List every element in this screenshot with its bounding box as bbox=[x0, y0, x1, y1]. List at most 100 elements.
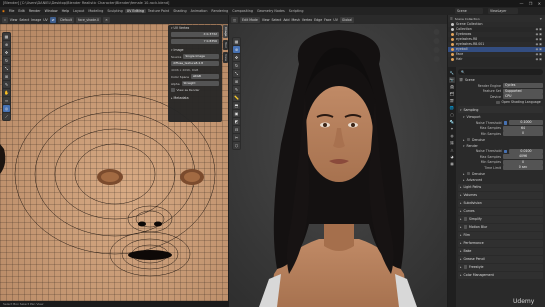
outliner-row[interactable]: Hair ◉ ▣ bbox=[448, 57, 545, 62]
grab-icon[interactable]: ✋ bbox=[3, 89, 10, 96]
uv-menu-view[interactable]: View bbox=[10, 18, 18, 22]
rotate-icon[interactable]: ↻ bbox=[3, 57, 10, 64]
scale-icon[interactable]: ⤡ bbox=[3, 65, 10, 72]
vp-menu-view[interactable]: View bbox=[262, 18, 270, 22]
bake-panel[interactable]: ▸ Bake bbox=[458, 247, 543, 255]
menu-help[interactable]: Help bbox=[60, 9, 72, 13]
tab-tool[interactable]: Tool bbox=[223, 40, 228, 51]
min-samples-field[interactable]: 0 bbox=[503, 131, 543, 137]
vp-menu-uv[interactable]: UV bbox=[333, 18, 338, 22]
tab-animation[interactable]: Animation bbox=[189, 9, 210, 13]
tool-icon[interactable]: 🔧 bbox=[449, 70, 455, 76]
texture-icon[interactable]: ▩ bbox=[449, 161, 455, 167]
pinch-icon[interactable]: ◎ bbox=[3, 105, 10, 112]
sampling-panel[interactable]: ▾ Sampling bbox=[458, 106, 543, 113]
motion-blur-panel[interactable]: ▸ Motion Blur bbox=[458, 223, 543, 231]
metadata-section[interactable]: ▸ Metadata bbox=[168, 95, 222, 101]
world-icon[interactable]: 🌐 bbox=[449, 105, 455, 111]
performance-panel[interactable]: ▸ Performance bbox=[458, 239, 543, 247]
render-max-samples-field[interactable]: 4096 bbox=[503, 154, 543, 160]
max-samples-field[interactable]: 64 bbox=[503, 125, 543, 131]
rip-icon[interactable]: ⟋ bbox=[3, 113, 10, 120]
vp-menu-mesh[interactable]: Mesh bbox=[291, 18, 299, 22]
loopcut-icon[interactable]: ⊟ bbox=[233, 126, 240, 133]
move-icon[interactable]: ✥ bbox=[3, 49, 10, 56]
uv-menu-image[interactable]: Image bbox=[31, 18, 41, 22]
tab-rendering[interactable]: Rendering bbox=[209, 9, 230, 13]
window-controls[interactable]: — ❐ ✕ bbox=[520, 0, 543, 7]
output-icon[interactable]: 🖨 bbox=[449, 84, 455, 90]
uv-pivot-dropdown[interactable]: Default bbox=[58, 16, 75, 23]
uv-menu-uv[interactable]: UV bbox=[43, 18, 48, 22]
cursor-icon[interactable]: ⊕ bbox=[3, 41, 10, 48]
view-layer-icon[interactable]: 🗂 bbox=[449, 91, 455, 97]
scene-icon[interactable]: 🎬 bbox=[449, 98, 455, 104]
hand-icon[interactable] bbox=[433, 38, 440, 44]
render-engine-dropdown[interactable]: Cycles bbox=[503, 83, 543, 89]
menu-edit[interactable]: Edit bbox=[16, 9, 26, 13]
properties-search-input[interactable]: 🔍 bbox=[458, 69, 543, 75]
orientation-dropdown[interactable]: Global bbox=[339, 16, 355, 23]
osl-checkbox[interactable] bbox=[496, 100, 500, 104]
color-management-panel[interactable]: ▸ Color Management bbox=[458, 271, 543, 279]
zoom-icon[interactable] bbox=[433, 29, 440, 35]
annotate-icon[interactable]: ✎ bbox=[233, 86, 240, 93]
eye-icon[interactable]: ◉ ▣ bbox=[536, 57, 545, 62]
color-space-dropdown[interactable]: sRGB bbox=[190, 74, 219, 79]
modifier-icon[interactable]: 🔩 bbox=[449, 119, 455, 125]
uv-sync-toggle[interactable]: ⇄ bbox=[49, 16, 57, 23]
bevel-icon[interactable]: ◩ bbox=[233, 118, 240, 125]
object-icon[interactable]: ▢ bbox=[449, 112, 455, 118]
mode-dropdown[interactable]: Edit Mode bbox=[240, 16, 260, 23]
render-noise-threshold-field[interactable]: 0.0100 bbox=[509, 148, 543, 154]
3d-viewport[interactable]: ◫ Edit Mode View Select Add Mesh Vertex … bbox=[229, 15, 447, 307]
render-icon[interactable]: 📷 bbox=[449, 77, 455, 83]
polybuild-icon[interactable]: ⬡ bbox=[233, 142, 240, 149]
editor-type-button[interactable]: ⌗ bbox=[2, 16, 8, 23]
tab-uv-editing[interactable]: UV Editing bbox=[124, 9, 146, 13]
annotate-icon[interactable]: ✎ bbox=[3, 81, 10, 88]
cursor-icon[interactable]: ⊕ bbox=[233, 46, 240, 53]
grease-pencil-panel[interactable]: ▸ Grease Pencil bbox=[458, 255, 543, 263]
subdivision-panel[interactable]: ▸ Subdivision bbox=[458, 199, 543, 207]
view-layer-selector[interactable]: ViewLayer bbox=[488, 8, 518, 14]
uv-editor[interactable]: ⌗ View Select Image UV ⇄ Default face_sh… bbox=[0, 15, 228, 307]
noise-threshold-field[interactable]: 0.1000 bbox=[509, 120, 543, 126]
relax-icon[interactable]: ≈ bbox=[3, 97, 10, 104]
select-icon[interactable]: ▦ bbox=[3, 33, 10, 40]
knife-icon[interactable]: ✂ bbox=[233, 134, 240, 141]
tab-shading[interactable]: Shading bbox=[171, 9, 188, 13]
freestyle-panel[interactable]: ▸ Freestyle bbox=[458, 263, 543, 271]
menu-window[interactable]: Window bbox=[43, 9, 60, 13]
camera-icon[interactable] bbox=[433, 47, 440, 53]
vp-menu-select[interactable]: Select bbox=[271, 18, 281, 22]
image-file-field[interactable]: diffuse_texture8.2.8 bbox=[171, 61, 219, 66]
uv-menu-select[interactable]: Select bbox=[19, 18, 29, 22]
tab-scripting[interactable]: Scripting bbox=[287, 9, 306, 13]
outliner-type-icon[interactable]: ☰ bbox=[450, 17, 453, 21]
select-icon[interactable]: ▦ bbox=[233, 38, 240, 45]
vp-menu-add[interactable]: Add bbox=[283, 18, 289, 22]
physics-icon[interactable]: ◍ bbox=[449, 133, 455, 139]
feature-set-dropdown[interactable]: Supported bbox=[503, 88, 543, 94]
move-icon[interactable]: ✥ bbox=[233, 54, 240, 61]
advanced-subpanel[interactable]: ▸ Advanced bbox=[458, 177, 543, 183]
tab-texture-paint[interactable]: Texture Paint bbox=[146, 9, 171, 13]
simplify-panel[interactable]: ▸ Simplify bbox=[458, 215, 543, 223]
menu-file[interactable]: File bbox=[7, 9, 17, 13]
extrude-icon[interactable]: ⬒ bbox=[233, 102, 240, 109]
curves-panel[interactable]: ▸ Curves bbox=[458, 207, 543, 215]
render-noise-threshold-checkbox[interactable] bbox=[503, 149, 507, 153]
tab-modeling[interactable]: Modeling bbox=[86, 9, 105, 13]
blender-logo-icon[interactable]: ◉ bbox=[0, 9, 7, 13]
tab-geometry-nodes[interactable]: Geometry Nodes bbox=[255, 9, 287, 13]
tab-compositing[interactable]: Compositing bbox=[230, 9, 255, 13]
scale-icon[interactable]: ⤡ bbox=[233, 70, 240, 77]
data-icon[interactable]: △ bbox=[449, 147, 455, 153]
image-browse-dropdown[interactable]: face_shade.0 bbox=[76, 16, 102, 23]
viewport-render[interactable] bbox=[229, 24, 447, 307]
uv-vertex-y-field[interactable]: Y 0.8356 bbox=[171, 39, 219, 44]
view-as-render-checkbox[interactable] bbox=[171, 88, 175, 92]
measure-icon[interactable]: 📏 bbox=[233, 94, 240, 101]
vp-menu-vertex[interactable]: Vertex bbox=[302, 18, 312, 22]
